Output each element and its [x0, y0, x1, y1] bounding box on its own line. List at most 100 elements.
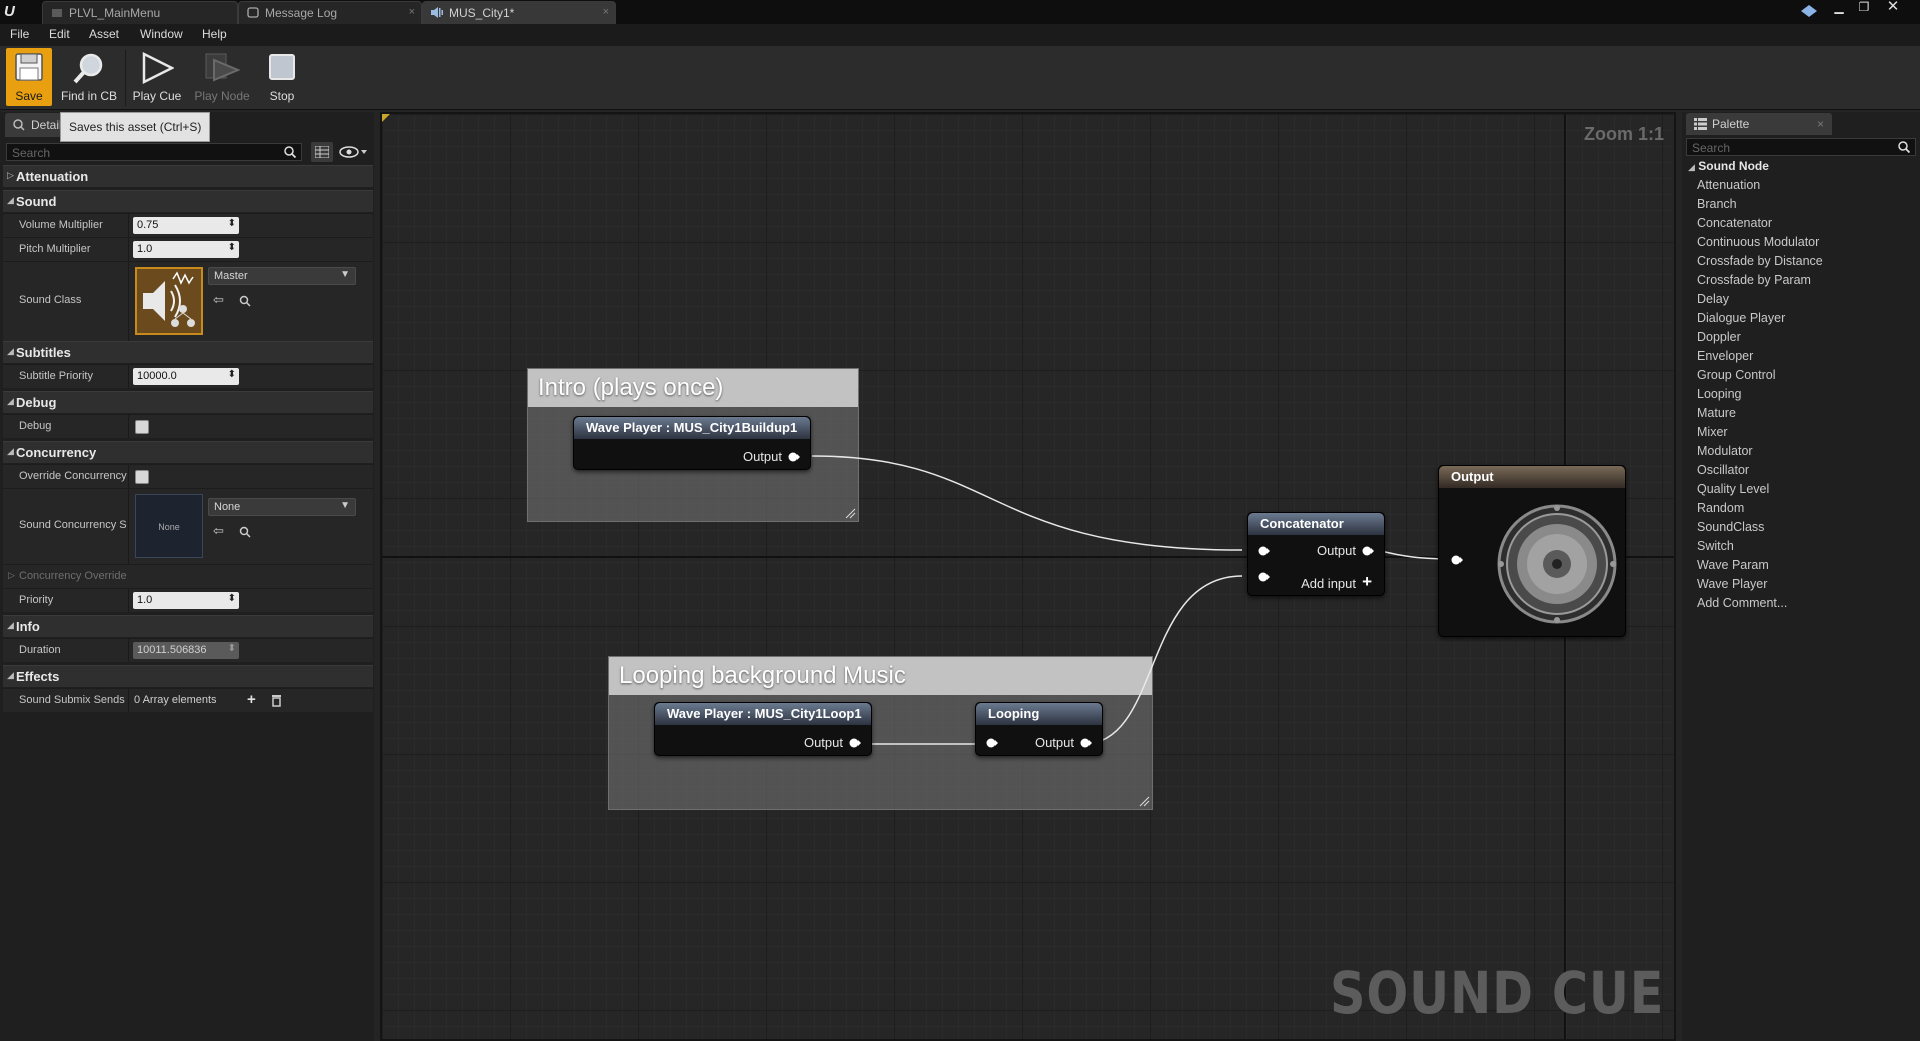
- palette-item[interactable]: Quality Level: [1697, 482, 1769, 496]
- tab-plvl-mainmenu[interactable]: PLVL_MainMenu: [42, 1, 238, 24]
- category-effects[interactable]: ◢ Effects: [3, 665, 373, 687]
- menu-asset[interactable]: Asset: [89, 27, 119, 41]
- output-pin-icon[interactable]: [849, 737, 861, 749]
- find-in-cb-button[interactable]: Find in CB: [58, 48, 120, 106]
- prop-concurrency-overrides[interactable]: ▷ Concurrency Override: [3, 564, 373, 588]
- debug-checkbox[interactable]: [135, 420, 149, 434]
- splitter[interactable]: [128, 489, 129, 564]
- category-info[interactable]: ◢ Info: [3, 615, 373, 637]
- play-cue-button[interactable]: Play Cue: [129, 48, 185, 106]
- save-button[interactable]: Save: [6, 48, 52, 106]
- splitter[interactable]: [128, 214, 129, 237]
- input-pin-icon[interactable]: [986, 737, 998, 749]
- add-input-icon[interactable]: +: [1362, 572, 1372, 592]
- category-sound[interactable]: ◢ Sound: [3, 190, 373, 212]
- splitter[interactable]: [128, 589, 129, 612]
- use-selected-arrow-icon[interactable]: ⇦: [213, 292, 224, 308]
- palette-item[interactable]: Doppler: [1697, 330, 1741, 344]
- menu-window[interactable]: Window: [140, 27, 183, 41]
- close-icon[interactable]: ×: [1817, 117, 1824, 131]
- trash-icon[interactable]: [271, 694, 282, 707]
- sound-class-thumbnail[interactable]: [135, 267, 203, 335]
- palette-item[interactable]: Delay: [1697, 292, 1729, 306]
- palette-item[interactable]: Mixer: [1697, 425, 1728, 439]
- tab-mus-city1[interactable]: MUS_City1* ×: [422, 1, 616, 24]
- palette-item[interactable]: Concatenator: [1697, 216, 1772, 230]
- palette-item[interactable]: Enveloper: [1697, 349, 1753, 363]
- menu-help[interactable]: Help: [202, 27, 227, 41]
- palette-item[interactable]: Looping: [1697, 387, 1742, 401]
- close-window-button[interactable]: ✕: [1882, 0, 1904, 15]
- palette-item[interactable]: Dialogue Player: [1697, 311, 1785, 325]
- splitter[interactable]: [128, 262, 129, 341]
- splitter[interactable]: [128, 639, 129, 662]
- output-pin-icon[interactable]: [1080, 737, 1092, 749]
- graph-editor[interactable]: Zoom 1:1 SOUND CUE Intro (plays once) Lo…: [380, 112, 1676, 1041]
- palette-item[interactable]: Random: [1697, 501, 1744, 515]
- palette-item[interactable]: Crossfade by Param: [1697, 273, 1811, 287]
- node-output[interactable]: Output: [1438, 465, 1626, 637]
- wire-looping-to-concatenator[interactable]: [1083, 575, 1243, 745]
- palette-item[interactable]: Continuous Modulator: [1697, 235, 1819, 249]
- add-input-label[interactable]: Add input: [1301, 576, 1356, 591]
- pitch-multiplier-input[interactable]: 1.0 ⬍: [133, 241, 239, 258]
- splitter[interactable]: [128, 415, 129, 438]
- input-pin-icon[interactable]: [1258, 571, 1270, 583]
- node-concatenator[interactable]: Concatenator Output Add input +: [1247, 512, 1385, 596]
- node-looping[interactable]: Looping Output: [975, 702, 1103, 756]
- play-node-button[interactable]: Play Node: [190, 48, 254, 106]
- priority-input[interactable]: 1.0 ⬍: [133, 592, 239, 609]
- add-element-icon[interactable]: +: [247, 691, 256, 708]
- palette-item[interactable]: Oscillator: [1697, 463, 1749, 477]
- category-concurrency[interactable]: ◢ Concurrency: [3, 441, 373, 463]
- palette-item[interactable]: Add Comment...: [1697, 596, 1787, 610]
- menu-file[interactable]: File: [10, 27, 29, 41]
- tab-message-log[interactable]: Message Log ×: [238, 1, 422, 24]
- sound-concurrency-thumbnail[interactable]: None: [135, 494, 203, 558]
- palette-item[interactable]: Branch: [1697, 197, 1737, 211]
- palette-item[interactable]: Wave Player: [1697, 577, 1767, 591]
- palette-item[interactable]: Mature: [1697, 406, 1736, 420]
- category-debug[interactable]: ◢ Debug: [3, 391, 373, 413]
- minimize-button[interactable]: ▁: [1828, 1, 1850, 15]
- browse-search-icon[interactable]: [239, 526, 251, 538]
- close-icon[interactable]: ×: [409, 6, 415, 18]
- property-matrix-button[interactable]: [311, 142, 333, 162]
- category-attenuation[interactable]: ▷ Attenuation: [3, 165, 373, 187]
- palette-item[interactable]: Switch: [1697, 539, 1734, 553]
- close-icon[interactable]: ×: [603, 6, 609, 18]
- palette-item[interactable]: Modulator: [1697, 444, 1753, 458]
- palette-search-input[interactable]: Search: [1686, 138, 1916, 156]
- override-concurrency-checkbox[interactable]: [135, 470, 149, 484]
- palette-item[interactable]: Wave Param: [1697, 558, 1769, 572]
- source-control-icon[interactable]: [1800, 4, 1818, 18]
- splitter[interactable]: [128, 689, 129, 712]
- palette-category-sound-node[interactable]: ◢ Sound Node: [1688, 159, 1769, 173]
- palette-item[interactable]: Group Control: [1697, 368, 1776, 382]
- category-subtitles[interactable]: ◢ Subtitles: [3, 341, 373, 363]
- maximize-button[interactable]: ❐: [1853, 1, 1875, 15]
- unreal-logo-icon[interactable]: U: [4, 3, 24, 21]
- palette-item[interactable]: SoundClass: [1697, 520, 1764, 534]
- sound-concurrency-dropdown[interactable]: None ▼: [208, 498, 356, 516]
- tab-palette[interactable]: Palette ×: [1686, 113, 1832, 135]
- splitter[interactable]: [128, 365, 129, 388]
- palette-item[interactable]: Attenuation: [1697, 178, 1760, 192]
- node-wave-player-loop[interactable]: Wave Player : MUS_City1Loop1 Output: [654, 702, 872, 756]
- input-pin-icon[interactable]: [1451, 554, 1463, 566]
- sound-class-dropdown[interactable]: Master ▼: [208, 267, 356, 285]
- splitter[interactable]: [128, 238, 129, 261]
- input-pin-icon[interactable]: [1258, 545, 1270, 557]
- splitter[interactable]: [128, 465, 129, 488]
- use-selected-arrow-icon[interactable]: ⇦: [213, 523, 224, 539]
- browse-search-icon[interactable]: [239, 295, 251, 307]
- output-pin-icon[interactable]: [788, 451, 800, 463]
- node-wave-player-intro[interactable]: Wave Player : MUS_City1Buildup1 Output: [573, 416, 811, 470]
- wire-intro-to-concatenator[interactable]: [811, 455, 1243, 551]
- volume-multiplier-input[interactable]: 0.75 ⬍: [133, 217, 239, 234]
- menu-edit[interactable]: Edit: [49, 27, 70, 41]
- view-options-button[interactable]: [339, 145, 369, 161]
- stop-button[interactable]: Stop: [258, 48, 306, 106]
- subtitle-priority-input[interactable]: 10000.0 ⬍: [133, 368, 239, 385]
- palette-item[interactable]: Crossfade by Distance: [1697, 254, 1823, 268]
